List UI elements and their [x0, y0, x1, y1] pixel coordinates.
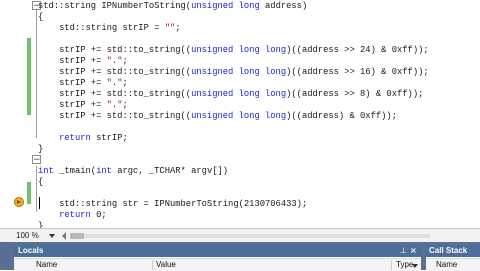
code-token: )((address >> 24) & 0xff));	[286, 45, 429, 55]
callstack-titlebar[interactable]: Call Stack	[426, 245, 480, 257]
keyword-token: unsigned long long	[191, 67, 287, 77]
scroll-track[interactable]	[70, 234, 430, 238]
locals-window: Locals ⊥ × Name Value Type	[14, 245, 421, 271]
code-line[interactable]: return 0;	[38, 209, 107, 221]
keyword-token: int	[96, 166, 112, 176]
dropdown-arrow-icon[interactable]	[412, 264, 418, 268]
code-token: _tmain(	[53, 166, 97, 176]
code-token: {	[38, 12, 44, 22]
code-token: strIP +=	[38, 56, 107, 66]
keyword-token: int	[38, 166, 54, 176]
change-tracking-bar	[27, 38, 31, 115]
code-token: )((address >> 16) & 0xff));	[286, 67, 429, 77]
column-header-type[interactable]: Type	[396, 259, 413, 271]
code-line[interactable]: {	[38, 176, 43, 188]
code-token: )((address) & 0xff));	[286, 111, 397, 121]
current-statement-arrow-icon	[14, 197, 24, 207]
scroll-thumb[interactable]	[70, 233, 84, 239]
locals-titlebar[interactable]: Locals ⊥ ×	[14, 245, 421, 257]
change-tracking-bar	[27, 182, 31, 204]
code-line[interactable]: std::string IPNumberToString(unsigned lo…	[38, 0, 307, 12]
zoom-level[interactable]: 100 %	[16, 230, 39, 242]
collapse-minus-icon[interactable]: −	[32, 155, 41, 165]
callstack-column-headers: Name	[426, 258, 480, 271]
keyword-token: unsigned long long	[191, 89, 287, 99]
code-line[interactable]: }	[38, 220, 43, 228]
code-token: }	[38, 221, 44, 228]
code-token: strIP +=	[38, 78, 107, 88]
code-token: {	[38, 177, 44, 187]
string-token: ""	[164, 23, 176, 33]
code-token: }	[38, 144, 44, 154]
close-icon[interactable]: ×	[410, 245, 417, 257]
code-token: strIP += std::to_string((	[38, 67, 192, 77]
code-editor[interactable]: − − std::string IPNumberToString(unsigne…	[0, 0, 480, 228]
code-token: strIP += std::to_string((	[38, 45, 192, 55]
dropdown-arrow-icon[interactable]	[49, 234, 55, 238]
code-token: std::string str = IPNumberToString(21307…	[38, 199, 308, 209]
keyword-token: return	[59, 133, 91, 143]
debug-panels: Locals ⊥ × Name Value Type Call Stack Na…	[0, 242, 480, 271]
code-token: strIP += std::to_string((	[38, 89, 192, 99]
outline-guide	[36, 10, 37, 138]
code-line[interactable]: std::string strIP = "";	[38, 22, 181, 34]
column-header-name[interactable]: Name	[436, 259, 457, 271]
string-token: "."	[106, 100, 123, 110]
code-line[interactable]: }	[38, 143, 43, 155]
keyword-token: unsigned long long	[191, 111, 287, 121]
keyword-token: return	[59, 210, 91, 220]
string-token: "."	[106, 56, 123, 66]
column-header-name[interactable]: Name	[36, 259, 57, 271]
locals-title: Locals	[18, 246, 44, 255]
editor-status-bar: 100 %	[0, 228, 480, 243]
keyword-token: unsigned long long	[191, 45, 287, 55]
outline-guide	[36, 166, 37, 212]
code-token: ;	[122, 78, 128, 88]
code-line[interactable]: int _tmain(int argc, _TCHAR* argv[])	[38, 165, 228, 177]
code-token: ;	[122, 100, 128, 110]
horizontal-scrollbar[interactable]	[62, 232, 472, 240]
code-token: argc, _TCHAR* argv[])	[111, 166, 229, 176]
code-token: ;	[175, 23, 181, 33]
pin-icon[interactable]: ⊥	[400, 246, 407, 255]
code-token: ;	[122, 56, 128, 66]
code-line[interactable]: strIP += std::to_string((unsigned long l…	[38, 110, 397, 122]
column-header-value[interactable]: Value	[156, 259, 176, 271]
indicator-margin[interactable]	[0, 0, 26, 228]
code-token: strIP += std::to_string((	[38, 111, 192, 121]
column-separator[interactable]	[391, 260, 392, 270]
column-separator[interactable]	[152, 260, 153, 270]
code-token: strIP +=	[38, 100, 107, 110]
code-token: std::string strIP =	[38, 23, 165, 33]
callstack-title: Call Stack	[429, 246, 468, 255]
code-line[interactable]: return strIP;	[38, 132, 128, 144]
code-token: std::string IPNumberToString(	[38, 1, 192, 11]
string-token: "."	[106, 78, 123, 88]
code-token: strIP;	[90, 133, 128, 143]
callstack-window: Call Stack Name	[426, 245, 480, 271]
code-token: )((address >> 8) & 0xff));	[286, 89, 424, 99]
code-token: 0;	[90, 210, 107, 220]
code-token: address)	[259, 1, 308, 11]
scroll-left-icon[interactable]	[62, 232, 66, 240]
locals-column-headers: Name Value Type	[14, 258, 421, 271]
keyword-token: unsigned long	[191, 1, 260, 11]
